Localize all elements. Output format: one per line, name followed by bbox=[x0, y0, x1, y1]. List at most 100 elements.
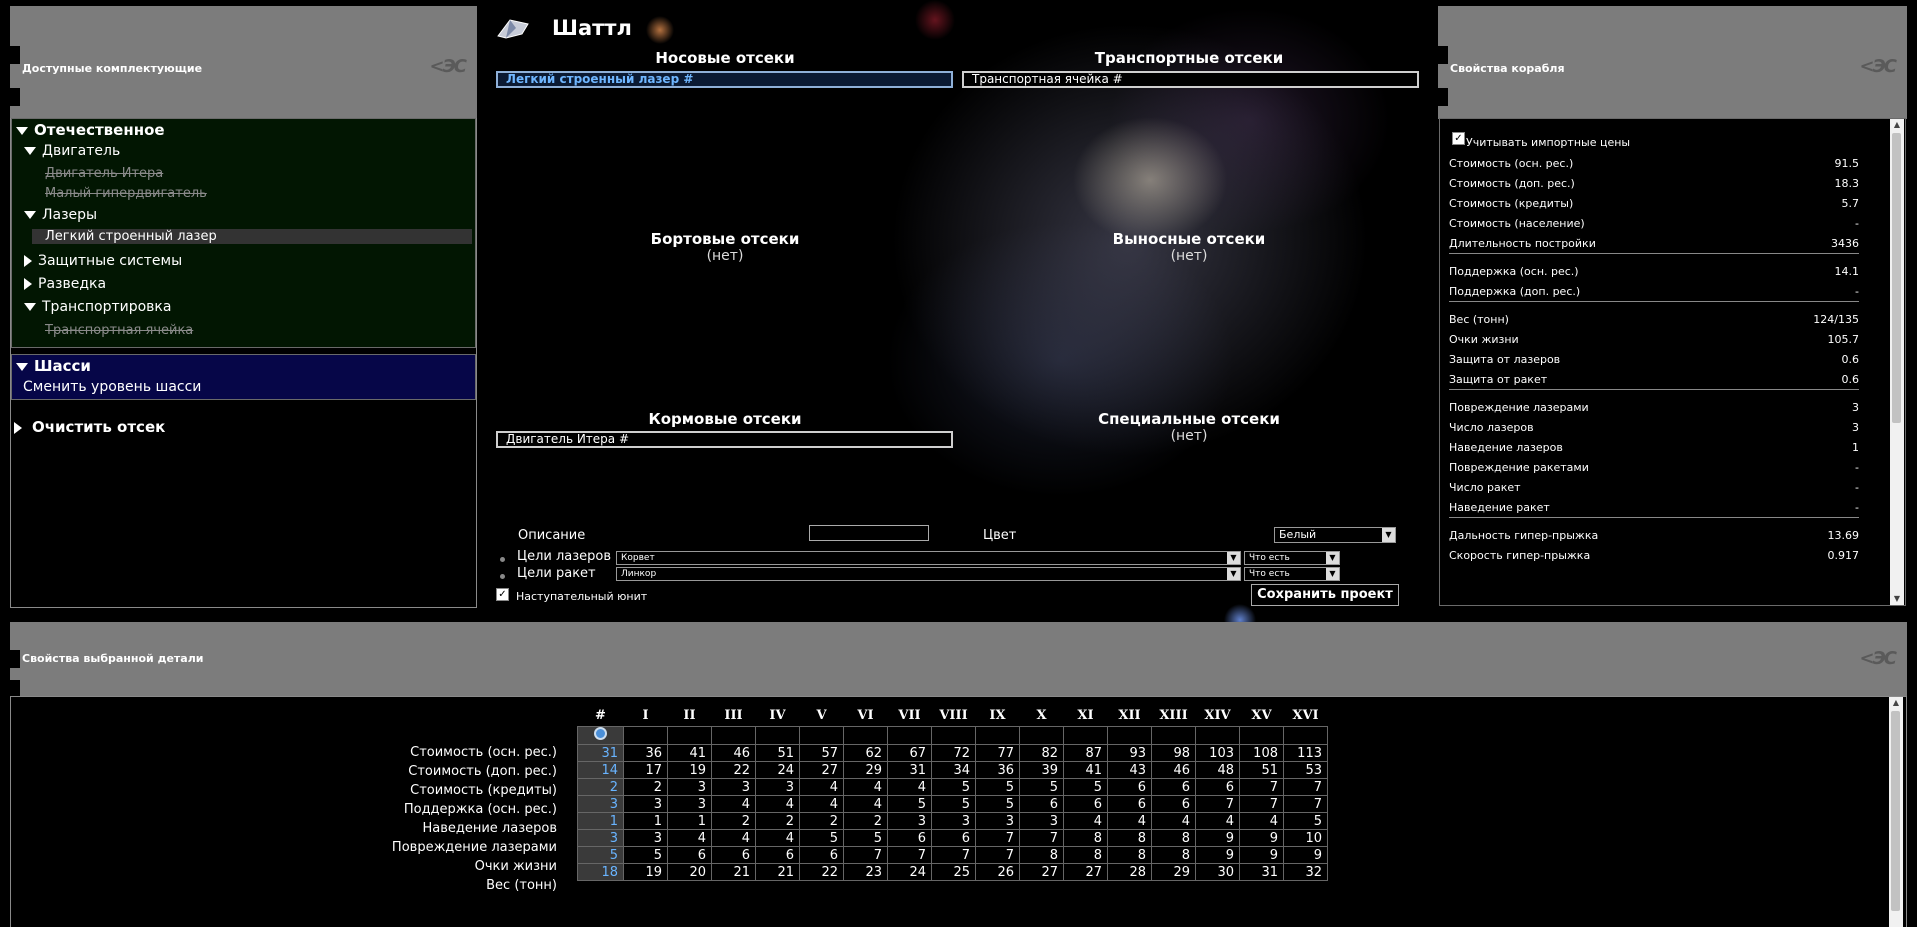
property-row: Наведение лазеров 1 bbox=[1449, 441, 1859, 454]
level-value: 31 bbox=[1239, 863, 1284, 881]
property-label: Повреждение лазерами bbox=[1449, 401, 1589, 414]
missile-targets-select[interactable]: Линкор ▼ bbox=[616, 567, 1241, 581]
property-label: Стоимость (население) bbox=[1449, 217, 1585, 230]
tree-node[interactable]: Защитные системы bbox=[24, 253, 182, 269]
property-value: 3 bbox=[1852, 401, 1859, 414]
current-level-radio[interactable] bbox=[577, 726, 624, 745]
level-value: 8 bbox=[1107, 829, 1152, 847]
level-value: 29 bbox=[843, 761, 888, 779]
laser-targets-select[interactable]: Корвет ▼ bbox=[616, 551, 1241, 565]
transport-slot[interactable]: Транспортная ячейка # bbox=[962, 71, 1419, 88]
level-value: 6 bbox=[1063, 795, 1108, 813]
current-value: 31 bbox=[577, 744, 624, 762]
stern-slot[interactable]: Двигатель Итера # bbox=[496, 431, 953, 448]
logo-icon: <ЭС bbox=[1859, 648, 1896, 669]
tree-leaf: Транспортная ячейка bbox=[45, 323, 194, 338]
empty-cell bbox=[711, 726, 756, 745]
change-chassis-link[interactable]: Сменить уровень шасси bbox=[23, 379, 201, 395]
logo-icon: <ЭС bbox=[429, 56, 466, 77]
property-row: Очки жизни 105.7 bbox=[1449, 333, 1859, 346]
level-value: 6 bbox=[931, 829, 976, 847]
property-divider bbox=[1449, 389, 1859, 390]
level-value: 6 bbox=[667, 846, 712, 864]
table-row: 31 36 41 46 51 57 62 67 72 77 82 87 93 98 103 108 113 bbox=[577, 744, 1328, 762]
empty-cell bbox=[1195, 726, 1240, 745]
property-row: Поддержка (осн. рес.) 14.1 bbox=[1449, 265, 1859, 278]
tree-node[interactable]: Отечественное bbox=[16, 121, 165, 139]
property-row: Вес (тонн) 124/135 bbox=[1449, 313, 1859, 326]
offensive-checkbox[interactable]: ✓ bbox=[496, 588, 509, 601]
level-value: 5 bbox=[1063, 778, 1108, 796]
level-value: 5 bbox=[887, 795, 932, 813]
empty-cell bbox=[1239, 726, 1284, 745]
tree-node[interactable]: Транспортировка bbox=[24, 299, 171, 315]
missile-targets-mode-select[interactable]: Что есть ▼ bbox=[1244, 567, 1340, 581]
table-row: 22333444555566677 bbox=[577, 778, 1328, 796]
empty-cell bbox=[1063, 726, 1108, 745]
tree-node[interactable]: Двигатель bbox=[24, 143, 120, 159]
property-value: - bbox=[1855, 501, 1859, 514]
vertical-scrollbar[interactable]: ▲ bbox=[1889, 697, 1903, 927]
import-prices-checkbox[interactable]: ✓ bbox=[1452, 132, 1465, 145]
level-value: 5 bbox=[1019, 778, 1064, 796]
level-value: 7 bbox=[1283, 778, 1328, 796]
chevron-down-icon: ▼ bbox=[1326, 568, 1339, 580]
level-value: 8 bbox=[1019, 846, 1064, 864]
scroll-up-icon: ▲ bbox=[1893, 120, 1901, 129]
level-value: 9 bbox=[1239, 829, 1284, 847]
chevron-down-icon: ▼ bbox=[1382, 528, 1395, 542]
level-value: 7 bbox=[1239, 778, 1284, 796]
level-value: 77 bbox=[975, 744, 1020, 762]
chevron-down-icon: ▼ bbox=[1326, 552, 1339, 564]
current-value: 18 bbox=[577, 863, 624, 881]
level-value: 28 bbox=[1107, 863, 1152, 881]
chevron-down-icon: ▼ bbox=[1227, 552, 1240, 564]
level-value: 3 bbox=[887, 812, 932, 830]
table-row: 55666677778888999 bbox=[577, 846, 1328, 864]
level-value: 4 bbox=[1239, 812, 1284, 830]
level-value: 3 bbox=[711, 778, 756, 796]
level-value: 46 bbox=[1151, 761, 1196, 779]
vertical-scrollbar[interactable]: ▲ ▼ bbox=[1890, 119, 1904, 605]
level-value: 6 bbox=[1195, 778, 1240, 796]
level-value: 6 bbox=[711, 846, 756, 864]
tree-node[interactable]: Лазеры bbox=[24, 207, 97, 223]
property-label: Дальность гипер-прыжка bbox=[1449, 529, 1599, 542]
laser-targets-mode-select[interactable]: Что есть ▼ bbox=[1244, 551, 1340, 565]
collapse-icon bbox=[14, 421, 22, 434]
level-value: 41 bbox=[667, 744, 712, 762]
tree-node[interactable]: Разведка bbox=[24, 276, 106, 292]
level-value: 24 bbox=[755, 761, 800, 779]
description-input[interactable] bbox=[809, 525, 929, 541]
level-value: 5 bbox=[975, 795, 1020, 813]
level-value: 25 bbox=[931, 863, 976, 881]
property-value: 1 bbox=[1852, 441, 1859, 454]
property-value: 0.6 bbox=[1841, 353, 1860, 366]
save-project-button[interactable]: Сохранить проект bbox=[1251, 584, 1399, 606]
property-row: Длительность постройки 3436 bbox=[1449, 237, 1859, 250]
column-header: XVI bbox=[1292, 708, 1319, 723]
table-row: 14 17 19 22 24 27 29 31 34 36 39 41 43 46 48 51 53 bbox=[577, 761, 1328, 779]
level-value: 57 bbox=[799, 744, 844, 762]
current-value: 1 bbox=[577, 812, 624, 830]
tree-leaf-selected[interactable]: Легкий строенный лазер bbox=[32, 229, 472, 244]
property-label: Защита от лазеров bbox=[1449, 353, 1561, 366]
column-header: VII bbox=[898, 708, 921, 723]
level-value: 3 bbox=[623, 795, 668, 813]
tree-leaf: Малый гипердвигатель bbox=[45, 186, 207, 201]
nose-slot[interactable]: Легкий строенный лазер # bbox=[496, 71, 953, 88]
level-value: 8 bbox=[1063, 829, 1108, 847]
logo-icon: <ЭС bbox=[1859, 56, 1896, 77]
level-value: 2 bbox=[799, 812, 844, 830]
property-row: Наведение ракет - bbox=[1449, 501, 1859, 514]
level-value: 9 bbox=[1239, 846, 1284, 864]
property-row: Повреждение ракетами - bbox=[1449, 461, 1859, 474]
property-row: Стоимость (доп. рес.) 18.3 bbox=[1449, 177, 1859, 190]
level-value: 67 bbox=[887, 744, 932, 762]
chassis-title[interactable]: Шасси bbox=[16, 357, 91, 375]
color-select[interactable]: Белый ▼ bbox=[1274, 527, 1396, 543]
outrigger-section-empty: (нет) bbox=[1170, 248, 1208, 264]
level-value: 5 bbox=[931, 795, 976, 813]
level-value: 21 bbox=[755, 863, 800, 881]
clear-bay-button[interactable]: Очистить отсек bbox=[14, 418, 165, 436]
